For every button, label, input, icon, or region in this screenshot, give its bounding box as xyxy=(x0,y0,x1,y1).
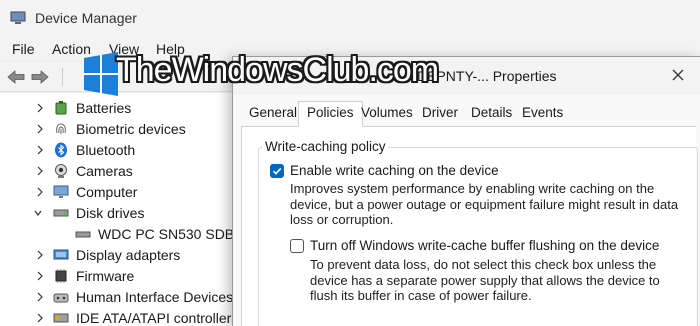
tab-strip: General Policies Volumes Driver Details … xyxy=(241,101,696,127)
tree-item-wdc-drive[interactable]: WDC PC SN530 SDBPN xyxy=(0,224,254,245)
option2-desc-line: flush its buffer in case of power failur… xyxy=(310,288,532,303)
option1-desc-line: device, but a power outage or equipment … xyxy=(290,196,679,212)
tree-item-bluetooth[interactable]: Bluetooth xyxy=(0,140,232,161)
turn-off-buffer-flushing-label[interactable]: Turn off Windows write-cache buffer flus… xyxy=(310,238,659,253)
toolbar-separator xyxy=(62,68,63,86)
back-arrow-icon[interactable] xyxy=(6,68,26,86)
chevron-right-icon[interactable] xyxy=(35,269,45,283)
group-label: Write-caching policy xyxy=(262,139,389,154)
bluetooth-icon xyxy=(55,142,67,158)
close-icon[interactable] xyxy=(669,66,687,84)
tab-volumes[interactable]: Volumes xyxy=(361,105,413,120)
chevron-right-icon[interactable] xyxy=(35,311,45,325)
option2-desc-line: device has a separate power supply that … xyxy=(310,272,660,288)
tab-events[interactable]: Events xyxy=(522,105,563,120)
tree-item-hid[interactable]: Human Interface Devices xyxy=(0,287,234,308)
properties-dialog: DBPNTY-... Properties General Policies V… xyxy=(232,56,700,326)
tree-item-computer[interactable]: Computer xyxy=(0,182,232,203)
device-tree: Batteries Biometric devices Bluetooth Ca… xyxy=(0,93,254,326)
enable-write-caching-label[interactable]: Enable write caching on the device xyxy=(290,163,499,178)
turn-off-buffer-flushing-checkbox[interactable] xyxy=(290,239,304,253)
menu-help[interactable]: Help xyxy=(156,41,185,57)
chevron-down-icon[interactable] xyxy=(33,206,43,220)
tree-item-label: Cameras xyxy=(76,163,133,179)
option1-desc-line: Improves system performance by enabling … xyxy=(290,181,655,196)
chevron-right-icon[interactable] xyxy=(35,122,45,136)
disk-icon xyxy=(75,231,91,238)
chevron-right-icon[interactable] xyxy=(35,185,45,199)
tab-policies[interactable]: Policies xyxy=(298,101,363,127)
tree-item-label: Human Interface Devices xyxy=(76,289,234,305)
chevron-right-icon[interactable] xyxy=(35,101,45,115)
tab-driver[interactable]: Driver xyxy=(422,105,458,120)
window-title: Device Manager xyxy=(35,10,137,26)
checkmark-icon xyxy=(272,167,282,175)
disk-icon xyxy=(53,209,69,217)
fingerprint-icon xyxy=(56,123,66,134)
chevron-right-icon[interactable] xyxy=(35,248,45,262)
tab-details[interactable]: Details xyxy=(471,105,512,120)
tree-item-firmware[interactable]: Firmware xyxy=(0,266,232,287)
dialog-title-bar: DBPNTY-... Properties xyxy=(233,57,700,95)
chevron-right-icon[interactable] xyxy=(35,143,45,157)
camera-icon xyxy=(55,164,67,178)
chip-icon xyxy=(55,269,67,283)
monitor-icon xyxy=(53,185,69,198)
device-manager-icon xyxy=(10,11,26,24)
tree-item-label: Firmware xyxy=(76,268,135,284)
tree-item-batteries[interactable]: Batteries xyxy=(0,98,232,119)
tree-item-label: Bluetooth xyxy=(76,142,136,158)
tree-item-display-adapters[interactable]: Display adapters xyxy=(0,245,232,266)
tree-item-label: Display adapters xyxy=(76,247,181,263)
tree-item-label: Computer xyxy=(76,184,138,200)
menu-view[interactable]: View xyxy=(109,41,139,57)
tree-item-label: IDE ATA/ATAPI controllers xyxy=(76,310,239,326)
display-adapter-icon xyxy=(53,249,69,260)
dialog-title: DBPNTY-... Properties xyxy=(417,68,557,84)
title-bar: Device Manager xyxy=(0,0,700,36)
enable-write-caching-checkbox[interactable] xyxy=(270,164,284,178)
tab-general[interactable]: General xyxy=(249,105,297,120)
hid-icon xyxy=(53,293,69,303)
menu-file[interactable]: File xyxy=(12,41,35,57)
chevron-right-icon[interactable] xyxy=(35,290,45,304)
tree-item-label: Biometric devices xyxy=(76,121,186,137)
tree-item-label: Batteries xyxy=(76,100,132,116)
policies-panel: Write-caching policy Enable write cachin… xyxy=(241,127,698,326)
controller-icon xyxy=(53,313,69,323)
chevron-right-icon[interactable] xyxy=(35,164,45,178)
tree-item-label: Disk drives xyxy=(76,205,145,221)
tree-item-ide-controllers[interactable]: IDE ATA/ATAPI controllers xyxy=(0,308,238,326)
menu-action[interactable]: Action xyxy=(52,41,91,57)
option2-desc-line: To prevent data loss, do not select this… xyxy=(310,257,657,272)
option1-desc-line: loss or corruption. xyxy=(290,212,394,227)
battery-icon xyxy=(55,101,67,115)
tree-item-disk-drives[interactable]: Disk drives xyxy=(0,203,232,224)
tree-item-label: WDC PC SN530 SDBPN xyxy=(98,226,254,242)
tree-item-biometric[interactable]: Biometric devices xyxy=(0,119,232,140)
tree-item-cameras[interactable]: Cameras xyxy=(0,161,232,182)
forward-arrow-icon[interactable] xyxy=(30,68,50,86)
